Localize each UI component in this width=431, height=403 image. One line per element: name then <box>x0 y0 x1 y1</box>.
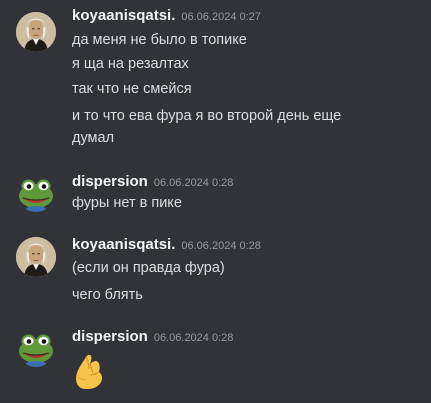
message-text: так что не смейся <box>72 81 192 97</box>
message-text: (если он правда фура) <box>72 260 225 276</box>
message-text: думал <box>72 130 115 146</box>
message-header: dispersion 06.06.2024 0:28 <box>72 172 233 193</box>
username[interactable]: dispersion <box>72 173 148 190</box>
message-text: чего блять <box>72 287 143 303</box>
username[interactable]: dispersion <box>72 328 148 345</box>
chat-message-list: koyaanisqatsi. 06.06.2024 0:27 да меня не… <box>0 0 431 403</box>
message-text: я ща на резалтах <box>72 56 189 72</box>
message-text: и то что ева фура я во второй день еще <box>72 108 342 124</box>
timestamp: 06.06.2024 0:28 <box>153 177 234 189</box>
portrait-avatar-icon[interactable] <box>16 12 56 52</box>
frog-avatar-icon[interactable] <box>16 172 56 212</box>
message-header: dispersion 06.06.2024 0:28 <box>72 327 233 348</box>
username[interactable]: koyaanisqatsi. <box>72 236 175 253</box>
message-text: да меня не было в топике <box>72 32 247 48</box>
portrait-avatar-icon[interactable] <box>16 237 56 277</box>
timestamp: 06.06.2024 0:27 <box>181 11 261 23</box>
timestamp: 06.06.2024 0:28 <box>153 332 234 344</box>
frog-avatar-icon[interactable] <box>16 327 56 367</box>
pinched-fingers-emoji-icon <box>72 353 106 389</box>
message-text: фуры нет в пике <box>72 195 182 211</box>
timestamp: 06.06.2024 0:28 <box>181 240 261 252</box>
message-header: koyaanisqatsi. 06.06.2024 0:28 <box>72 235 261 256</box>
message-header: koyaanisqatsi. 06.06.2024 0:27 <box>72 6 261 27</box>
username[interactable]: koyaanisqatsi. <box>72 7 175 24</box>
